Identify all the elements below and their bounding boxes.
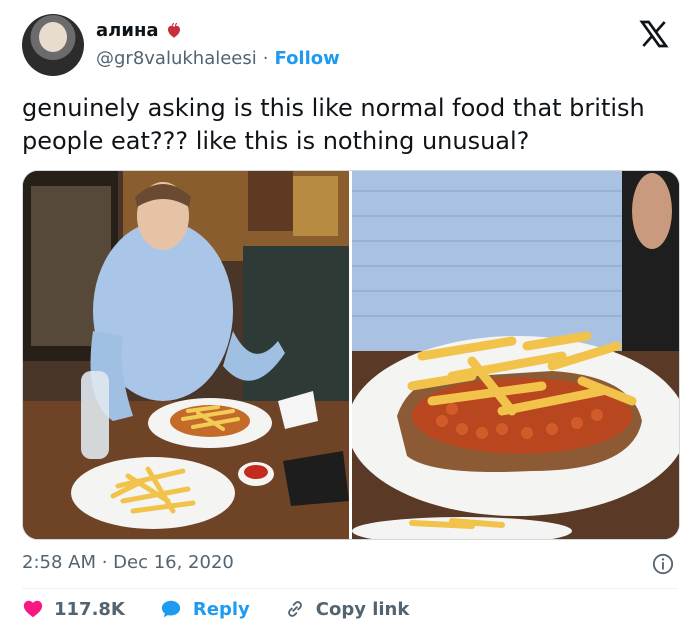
tweet-header: алина @gr8valukhaleesi · Follow (22, 14, 678, 78)
tweet-text: genuinely asking is this like normal foo… (22, 94, 645, 155)
info-icon[interactable] (652, 553, 674, 575)
reply-label: Reply (192, 598, 250, 620)
photo-man-with-food-illustration (23, 171, 349, 539)
avatar[interactable] (22, 14, 84, 76)
copy-link-label: Copy link (315, 598, 410, 620)
action-bar: 117.8K Reply Copy link (22, 598, 443, 620)
copy-link-button[interactable]: Copy link (284, 598, 410, 620)
author-name-row: алина (96, 20, 183, 41)
media-grid[interactable] (22, 170, 680, 540)
follow-button[interactable]: Follow (275, 48, 340, 69)
handle-row: @gr8valukhaleesi · Follow (96, 48, 340, 69)
author-name[interactable]: алина (96, 20, 159, 41)
anatomical-heart-icon (167, 22, 180, 38)
link-icon (287, 601, 302, 617)
like-button[interactable]: 117.8K (22, 598, 125, 620)
reply-button[interactable]: Reply (159, 598, 250, 620)
beans-on-toast-illustration (352, 171, 679, 539)
heart-icon (23, 600, 43, 618)
divider (22, 588, 678, 589)
author-handle[interactable]: @gr8valukhaleesi (96, 48, 257, 69)
photo-beans-on-toast-closeup[interactable] (352, 171, 679, 539)
speech-bubble-icon (161, 600, 181, 618)
separator-dot: · (262, 48, 269, 69)
tweet-timestamp[interactable]: 2:58 AM · Dec 16, 2020 (22, 552, 234, 573)
photo-man-with-food[interactable] (23, 171, 349, 539)
like-count: 117.8K (54, 598, 125, 620)
x-logo-icon[interactable] (638, 18, 670, 50)
